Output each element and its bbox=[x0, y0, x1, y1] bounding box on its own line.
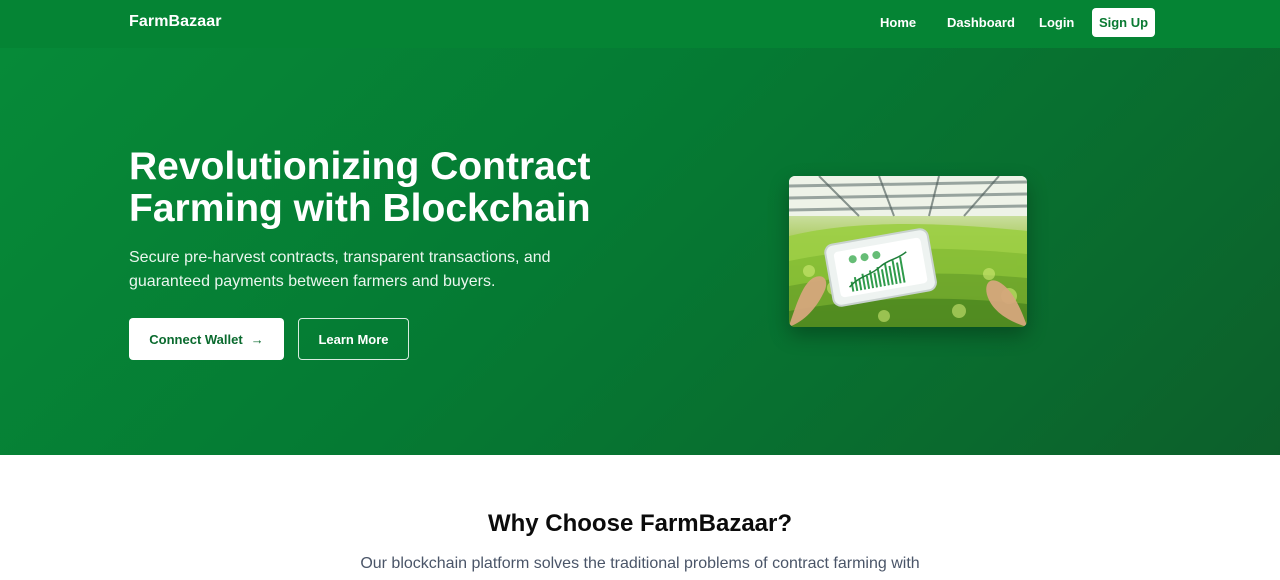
brand-logo-text[interactable]: FarmBazaar bbox=[129, 13, 222, 31]
nav-link-login[interactable]: Login bbox=[1039, 15, 1074, 30]
hero-image bbox=[789, 176, 1027, 327]
top-navbar: FarmBazaar Home Dashboard Login Sign Up bbox=[0, 0, 1280, 48]
signup-button[interactable]: Sign Up bbox=[1092, 8, 1155, 37]
connect-wallet-button[interactable]: Connect Wallet → bbox=[129, 318, 284, 360]
connect-wallet-label: Connect Wallet bbox=[149, 331, 243, 347]
greenhouse-tablet-chart-image bbox=[789, 176, 1027, 327]
hero-subtitle: Secure pre-harvest contracts, transparen… bbox=[129, 249, 551, 290]
nav-link-home[interactable]: Home bbox=[880, 15, 916, 30]
hero-title: Revolutionizing Contract Farming with Bl… bbox=[129, 145, 591, 230]
arrow-right-icon: → bbox=[250, 331, 264, 347]
nav-link-dashboard[interactable]: Dashboard bbox=[947, 15, 1015, 30]
hero-section: Revolutionizing Contract Farming with Bl… bbox=[0, 48, 1280, 455]
why-subtitle: Our blockchain platform solves the tradi… bbox=[360, 555, 920, 572]
learn-more-button[interactable]: Learn More bbox=[298, 318, 409, 360]
why-title: Why Choose FarmBazaar? bbox=[487, 510, 793, 537]
